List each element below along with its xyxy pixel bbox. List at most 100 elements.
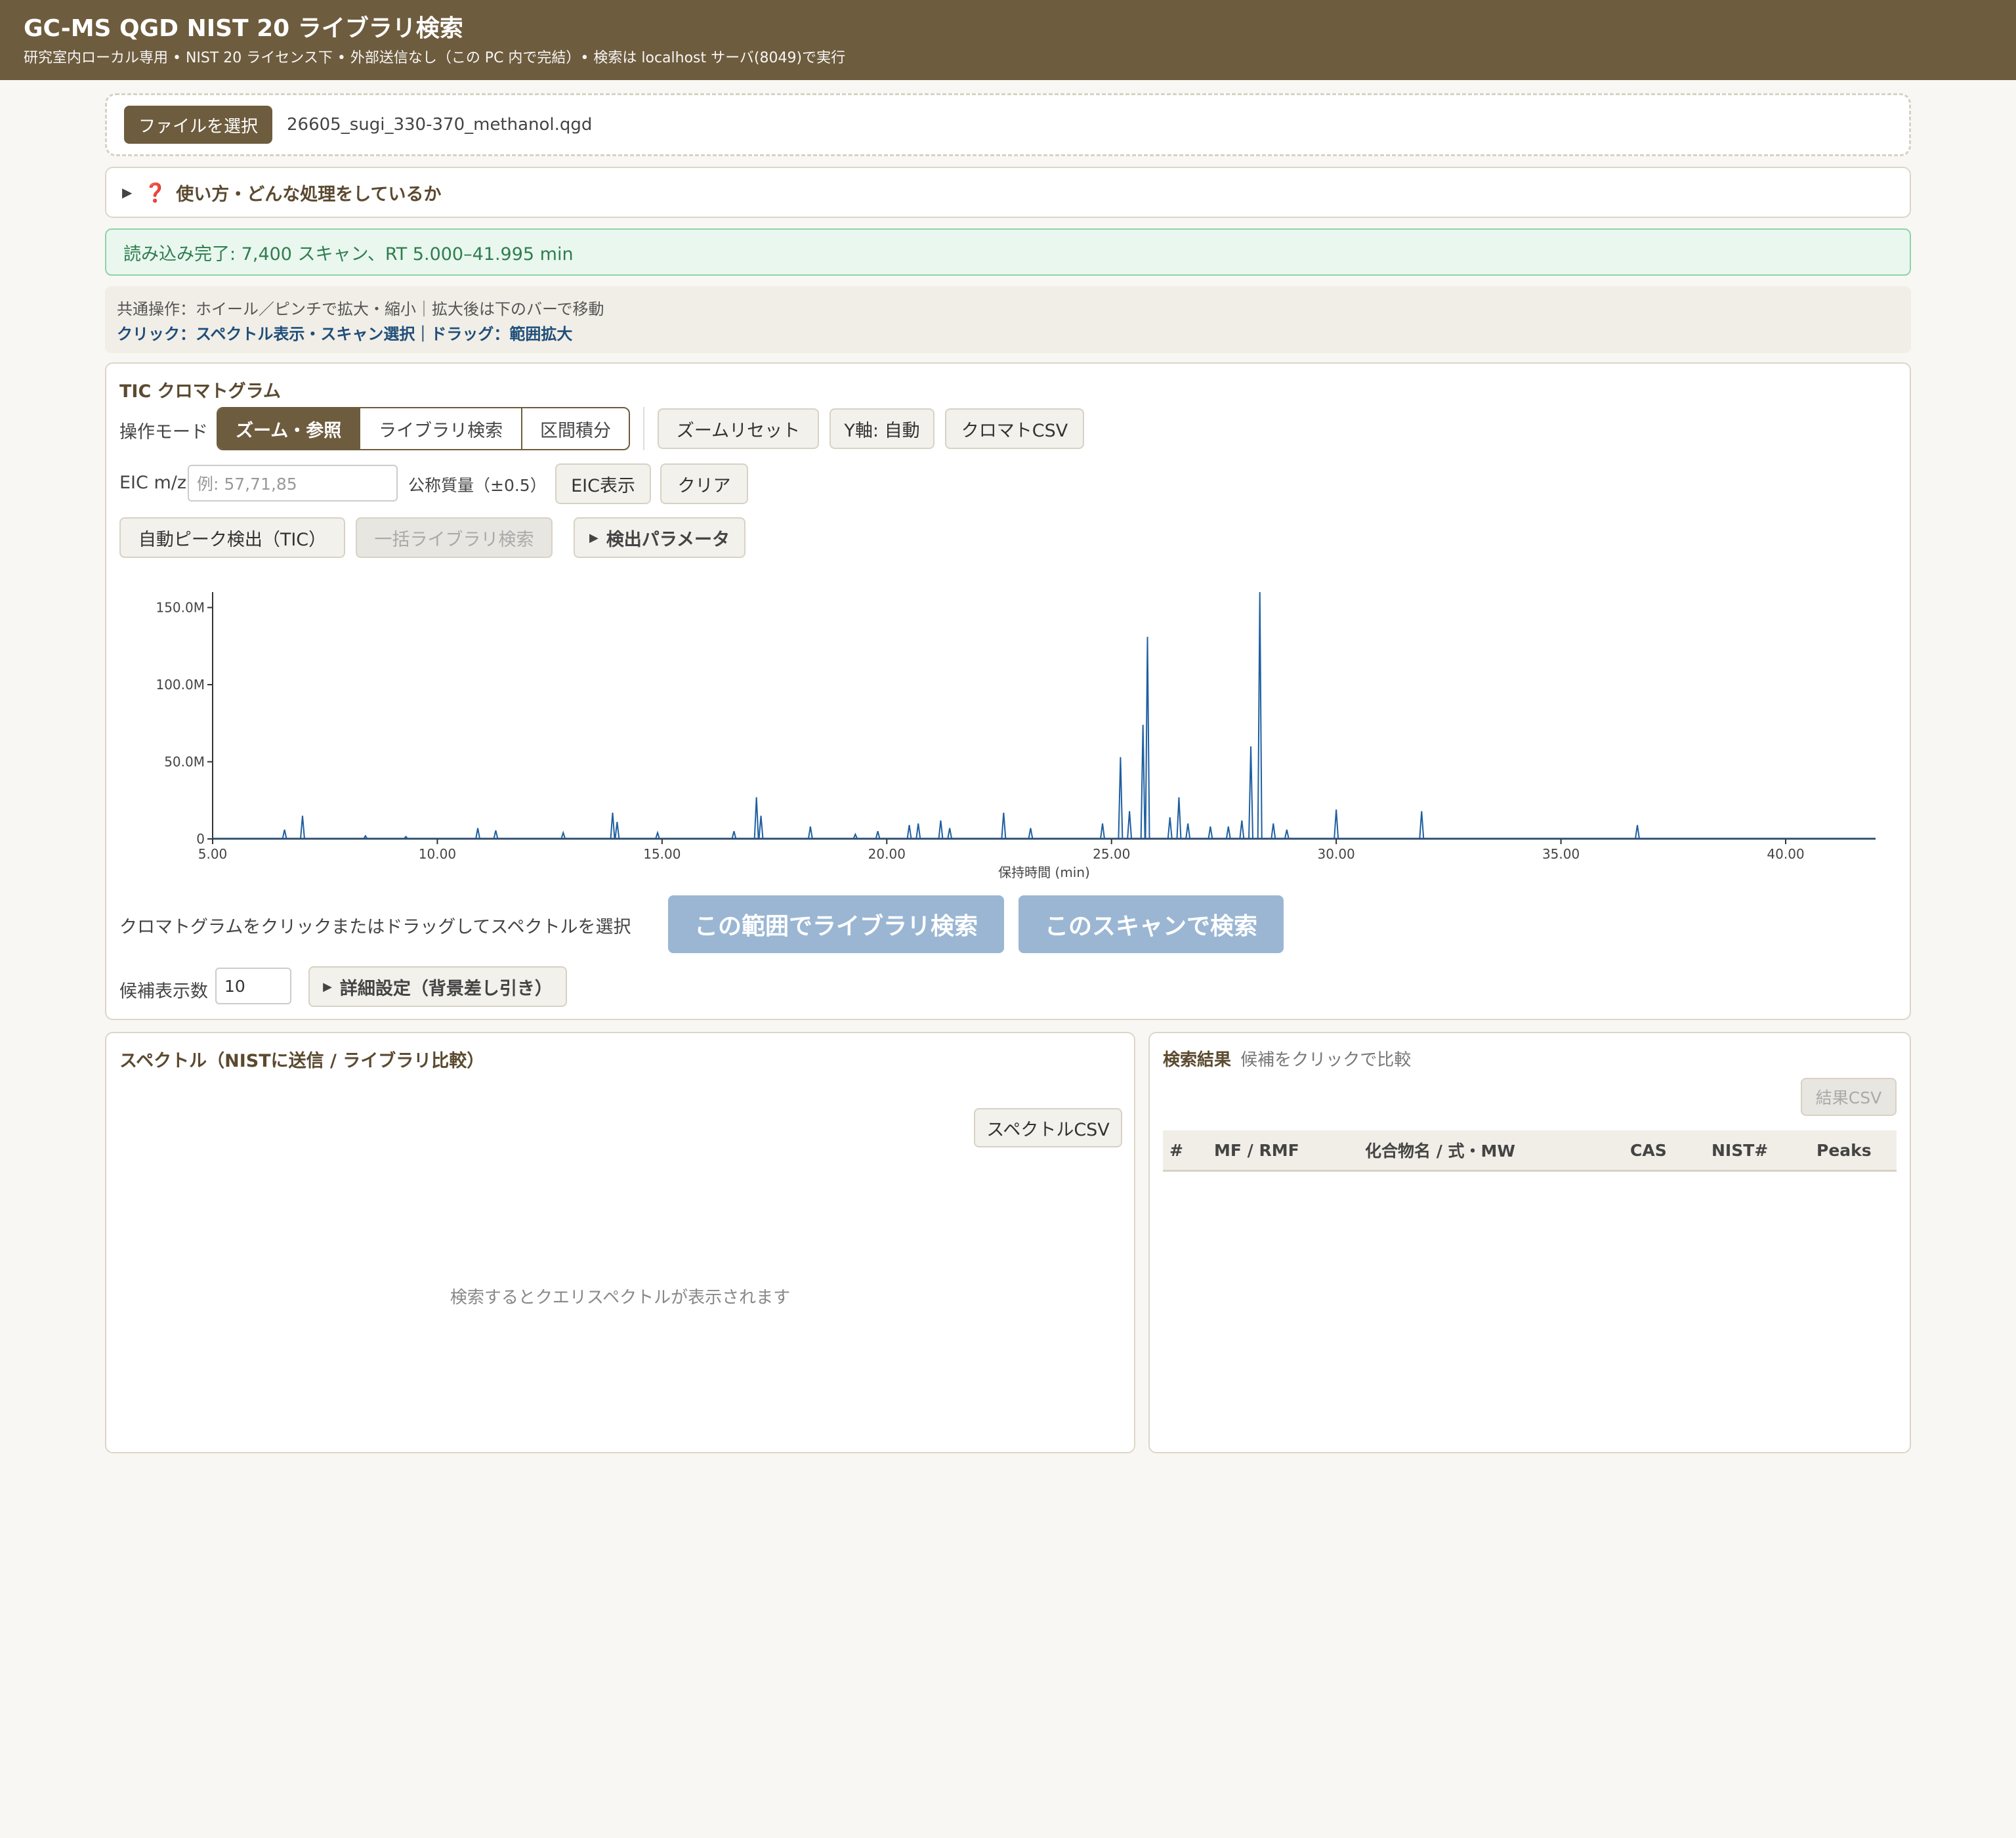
eic-mz-input[interactable]: 例: 57,71,85 bbox=[188, 465, 398, 502]
tic-peak bbox=[1225, 826, 1231, 840]
results-header-row: # MF / RMF 化合物名 / 式・MW CAS NIST# Peaks bbox=[1163, 1130, 1897, 1172]
expand-triangle-icon: ▶ bbox=[589, 530, 598, 545]
y-tick-label: 100.0M bbox=[156, 677, 205, 693]
x-tick-label: 40.00 bbox=[1767, 846, 1804, 862]
tic-peak bbox=[614, 822, 620, 840]
chromat-csv-button[interactable]: クロマトCSV bbox=[945, 408, 1084, 449]
tic-peak bbox=[610, 812, 616, 840]
expand-triangle-icon: ▶ bbox=[122, 184, 133, 200]
results-heading: 検索結果 候補をクリックで比較 bbox=[1163, 1046, 1411, 1071]
eic-clear-button[interactable]: クリア bbox=[660, 463, 748, 504]
tic-peak bbox=[1334, 809, 1339, 840]
spectrum-placeholder: 検索するとクエリスペクトルが表示されます bbox=[450, 1288, 791, 1308]
tic-peak bbox=[906, 824, 912, 840]
y-axis-button[interactable]: Y軸: 自動 bbox=[830, 408, 934, 449]
choose-file-button[interactable]: ファイルを選択 bbox=[124, 106, 273, 144]
tic-peak bbox=[1028, 828, 1034, 840]
zoom-reset-button[interactable]: ズームリセット bbox=[658, 408, 819, 449]
col-peaks: Peaks bbox=[1810, 1130, 1897, 1172]
y-tick-label: 0 bbox=[196, 831, 205, 847]
tic-peak bbox=[938, 820, 944, 840]
col-nist: NIST# bbox=[1705, 1130, 1810, 1172]
tic-peak bbox=[1167, 817, 1173, 840]
status-text: 読み込み完了: 7,400 スキャン、RT 5.000–41.995 min bbox=[123, 244, 574, 265]
operation-hints: 共通操作：ホイール／ピンチで拡大・縮小｜拡大後は下のバーで移動 クリック：スペク… bbox=[105, 286, 1911, 353]
expand-triangle-icon: ▶ bbox=[323, 979, 332, 994]
spectrum-csv-button[interactable]: スペクトルCSV bbox=[974, 1108, 1122, 1147]
spectrum-title: スペクトル（NISTに送信 / ライブラリ比較） bbox=[119, 1051, 485, 1071]
tic-peak bbox=[758, 815, 764, 840]
tic-peak bbox=[475, 828, 481, 840]
batch-search-button[interactable]: 一括ライブラリ検索 bbox=[356, 517, 553, 558]
detect-params-toggle[interactable]: ▶ 検出パラメータ bbox=[574, 517, 746, 558]
y-tick-label: 150.0M bbox=[156, 600, 205, 616]
candidates-input[interactable]: 10 bbox=[215, 968, 291, 1004]
tic-peak bbox=[493, 830, 499, 840]
candidates-label: 候補表示数 bbox=[119, 981, 208, 1002]
tic-peak bbox=[875, 831, 881, 840]
tic-peak bbox=[753, 797, 759, 840]
mode-zoom-tab[interactable]: ズーム・参照 bbox=[218, 408, 361, 449]
help-label: 使い方・どんな処理をしているか bbox=[176, 184, 442, 205]
tic-peak bbox=[1185, 823, 1191, 840]
tic-peak bbox=[1001, 812, 1007, 840]
tic-peak bbox=[1248, 746, 1254, 840]
tic-peak bbox=[282, 829, 287, 840]
chart-axes: 0 50.0M 100.0M 150.0M 5.00 10.00 15.00 20.00 25.… bbox=[156, 592, 1876, 880]
tic-peak bbox=[1635, 824, 1641, 840]
x-tick-label: 10.00 bbox=[419, 846, 456, 862]
operation-hint-click: クリック：スペクトル表示・スキャン選択｜ドラッグ：範囲拡大 bbox=[117, 325, 573, 343]
tic-peak bbox=[731, 831, 737, 840]
x-axis-label: 保持時間 (min) bbox=[998, 865, 1090, 880]
operation-hint-common: 共通操作：ホイール／ピンチで拡大・縮小｜拡大後は下のバーで移動 bbox=[117, 300, 604, 318]
chart-marks bbox=[213, 591, 1876, 840]
tic-peak bbox=[1127, 811, 1133, 840]
results-hint: 候補をクリックで比較 bbox=[1240, 1050, 1412, 1070]
help-toggle[interactable]: ▶ ❓ 使い方・どんな処理をしているか bbox=[105, 167, 1911, 218]
results-title: 検索結果 bbox=[1163, 1050, 1232, 1070]
tic-chart[interactable]: 0 50.0M 100.0M 150.0M 5.00 10.00 15.00 20.00 25.… bbox=[119, 580, 1899, 882]
tic-peak bbox=[299, 815, 305, 840]
select-hint: クロマトグラムをクリックまたはドラッグしてスペクトルを選択 bbox=[119, 917, 631, 937]
eic-label: EIC m/z bbox=[119, 473, 187, 493]
nominal-mass-label: 公称質量（±0.5） bbox=[408, 476, 547, 495]
spectrum-panel: スペクトル（NISTに送信 / ライブラリ比較） スペクトルCSV 検索するとク… bbox=[105, 1032, 1135, 1453]
y-tick-label: 50.0M bbox=[164, 754, 205, 770]
question-icon: ❓ bbox=[144, 181, 167, 203]
tic-peak bbox=[1270, 823, 1276, 840]
advanced-settings-toggle[interactable]: ▶ 詳細設定（背景差し引き） bbox=[308, 966, 567, 1007]
tic-peak bbox=[1284, 829, 1290, 840]
col-mf-rmf: MF / RMF bbox=[1208, 1130, 1358, 1172]
tic-peak bbox=[1419, 811, 1425, 840]
toolbar-divider bbox=[643, 407, 644, 450]
tic-peak bbox=[1140, 725, 1146, 840]
tic-title: TIC クロマトグラム bbox=[119, 381, 281, 402]
x-tick-label: 25.00 bbox=[1093, 846, 1130, 862]
tic-panel: TIC クロマトグラム 操作モード ズーム・参照 ライブラリ検索 区間積分 ズー… bbox=[105, 362, 1911, 1020]
auto-peak-button[interactable]: 自動ピーク検出（TIC） bbox=[119, 517, 345, 558]
app-title: GC-MS QGD NIST 20 ライブラリ検索 bbox=[24, 15, 463, 42]
advanced-settings-label: 詳細設定（背景差し引き） bbox=[339, 978, 553, 999]
file-dropzone[interactable]: ファイルを選択 26605_sugi_330-370_methanol.qgd bbox=[105, 93, 1911, 156]
x-tick-label: 30.00 bbox=[1318, 846, 1355, 862]
detect-params-label: 検出パラメータ bbox=[606, 529, 730, 550]
mode-library-tab[interactable]: ライブラリ検索 bbox=[360, 408, 523, 449]
app-header: GC-MS QGD NIST 20 ライブラリ検索 研究室内ローカル専用 • N… bbox=[0, 0, 2016, 80]
tic-peak bbox=[807, 826, 813, 840]
file-name: 26605_sugi_330-370_methanol.qgd bbox=[287, 115, 593, 135]
app-subtitle: 研究室内ローカル専用 • NIST 20 ライセンス下 • 外部送信なし（この … bbox=[24, 50, 846, 66]
mode-label: 操作モード bbox=[119, 422, 208, 442]
tic-peak bbox=[915, 823, 921, 840]
x-tick-label: 15.00 bbox=[643, 846, 681, 862]
mode-switch: ズーム・参照 ライブラリ検索 区間積分 bbox=[217, 407, 630, 450]
x-tick-label: 35.00 bbox=[1542, 846, 1580, 862]
results-csv-button[interactable]: 結果CSV bbox=[1801, 1078, 1897, 1116]
tic-peak bbox=[1208, 826, 1213, 840]
col-cas: CAS bbox=[1624, 1130, 1705, 1172]
tic-peak bbox=[1100, 823, 1106, 840]
search-scan-button[interactable]: このスキャンで検索 bbox=[1018, 895, 1284, 953]
eic-show-button[interactable]: EIC表示 bbox=[555, 463, 651, 504]
mode-integration-tab[interactable]: 区間積分 bbox=[522, 408, 629, 449]
search-range-button[interactable]: この範囲でライブラリ検索 bbox=[668, 895, 1004, 953]
candidates-value: 10 bbox=[224, 976, 245, 996]
